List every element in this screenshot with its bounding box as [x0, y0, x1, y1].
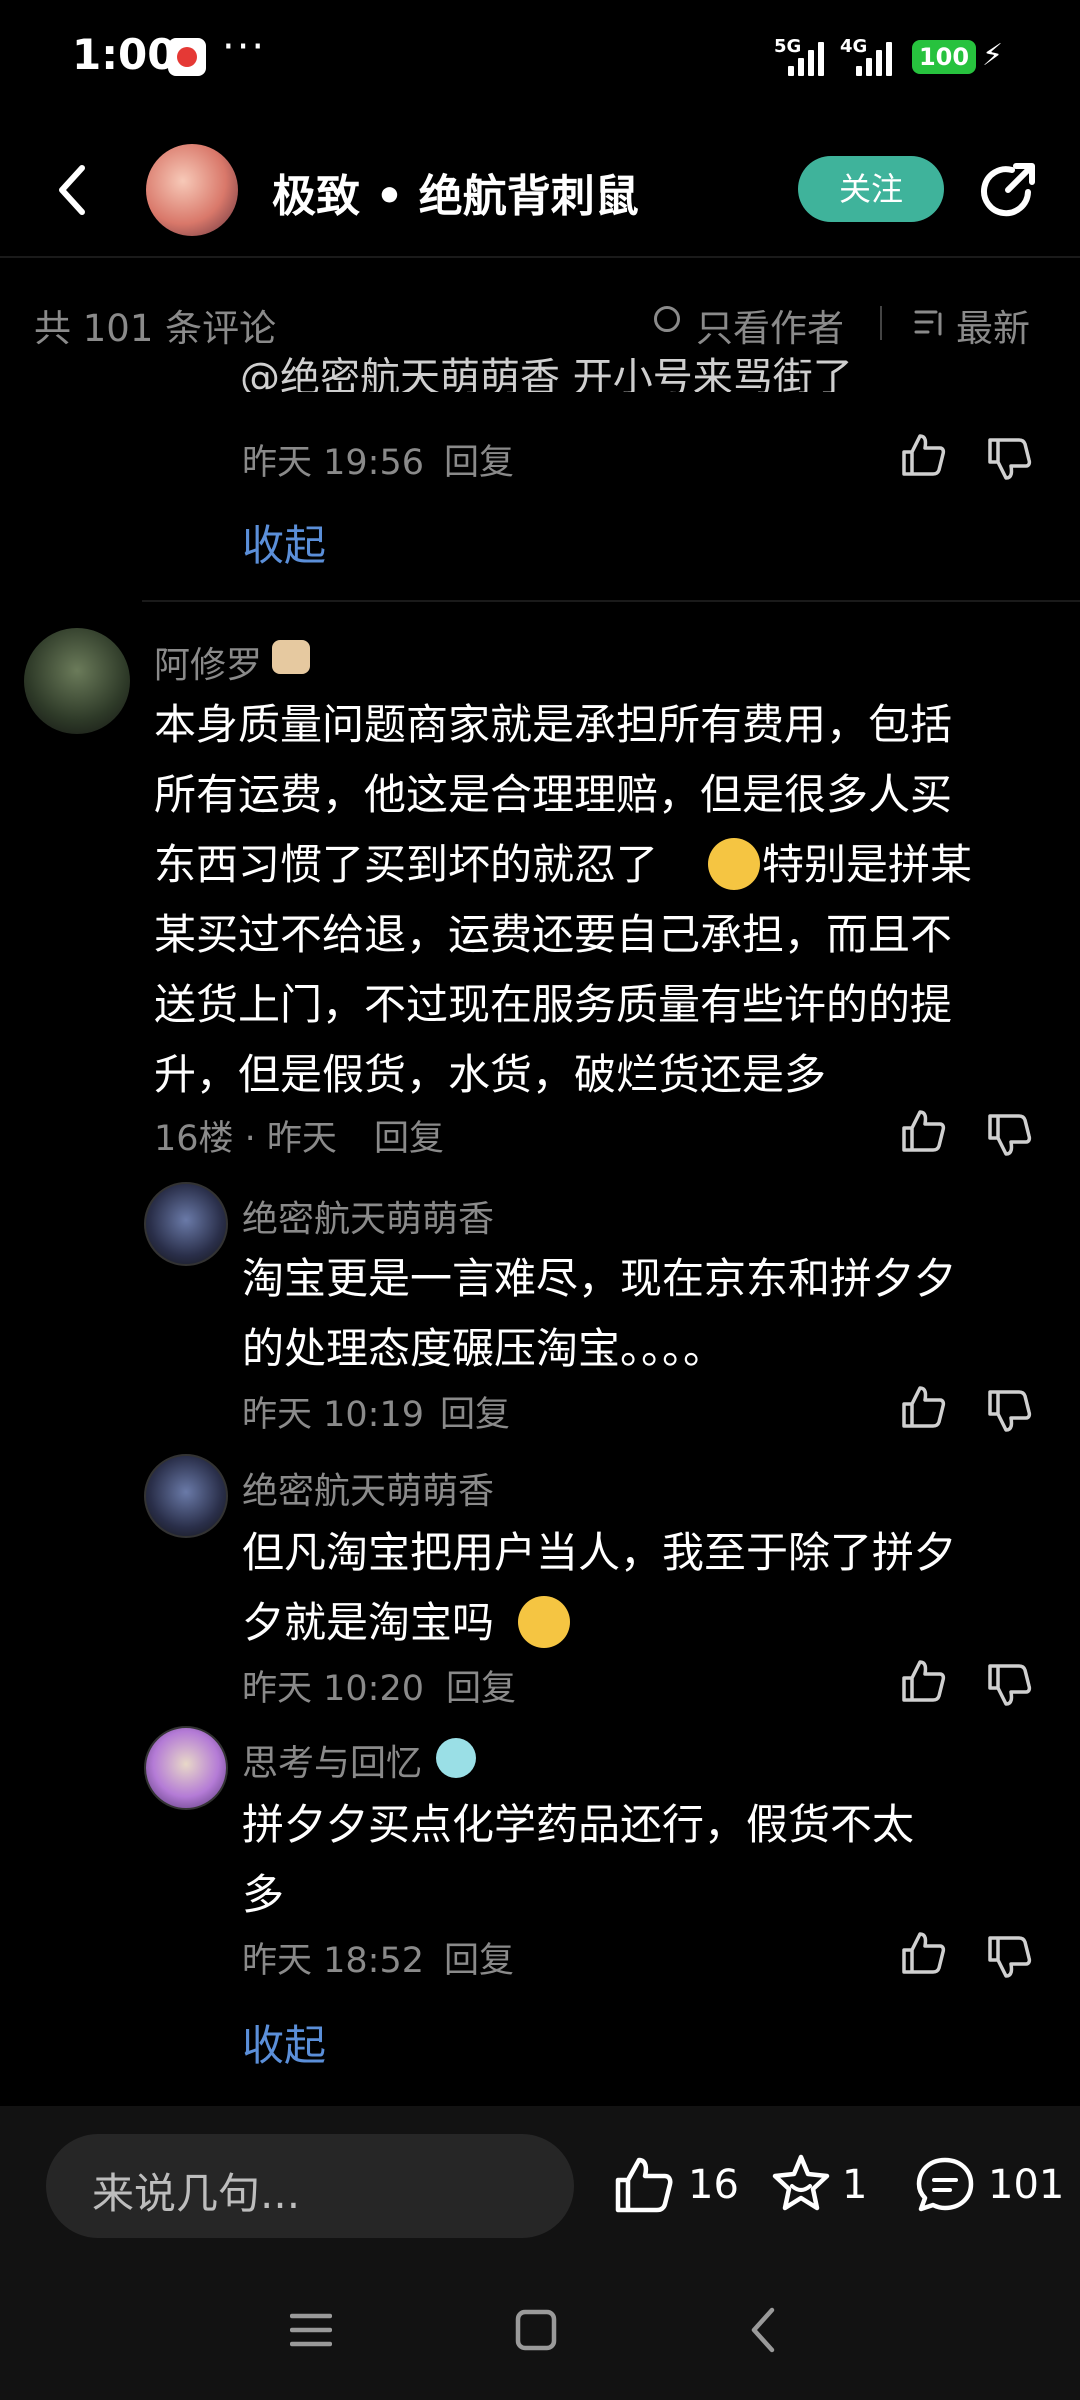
- user-badge-icon: [272, 640, 310, 674]
- emoji-grimace-icon: [708, 838, 760, 890]
- collapse-replies-button[interactable]: 收起: [242, 512, 326, 573]
- reply-avatar[interactable]: [144, 1726, 228, 1810]
- comment-total-count: 101: [988, 2162, 1065, 2208]
- like-icon[interactable]: [900, 432, 946, 478]
- reply-author[interactable]: 思考与回忆: [242, 1734, 422, 1786]
- reply-line: 多: [242, 1870, 285, 1919]
- reply-button[interactable]: 回复: [446, 1660, 516, 1711]
- commenter-name[interactable]: 阿修罗: [154, 636, 262, 688]
- reply-line: 但凡淘宝把用户当人，我至于除了拼夕: [242, 1528, 957, 1577]
- comment-line: 东西习惯了买到坏的就忍了: [154, 840, 659, 889]
- dislike-icon[interactable]: [986, 436, 1032, 482]
- partial-reply-text: @绝密航天萌萌香 开小号来骂街了: [240, 355, 853, 392]
- dislike-icon[interactable]: [986, 1662, 1032, 1708]
- collapse-replies-button[interactable]: 收起: [242, 2012, 326, 2073]
- comment-line: 所有运费，他这是合理理赔，但是很多人买: [154, 770, 953, 819]
- author-only-filter[interactable]: 只看作者: [696, 298, 844, 352]
- reply-button[interactable]: 回复: [444, 1932, 514, 1983]
- comment-icon[interactable]: [914, 2154, 976, 2216]
- comment-line: 特别是拼某: [762, 840, 973, 889]
- radio-circle-icon: [654, 306, 680, 332]
- sort-latest-button[interactable]: 最新: [956, 298, 1030, 352]
- emoji-crying-icon: [518, 1596, 570, 1648]
- more-notifications-icon: ···: [222, 24, 267, 70]
- reply-time: 昨天 18:52: [242, 1941, 424, 1981]
- app-notification-icon: [168, 38, 206, 76]
- commenter-avatar[interactable]: [24, 628, 130, 734]
- status-bar: 1:00 ··· 5G 4G 100 ⚡: [0, 0, 1080, 120]
- reply-line: 淘宝更是一言难尽，现在京东和拼夕夕: [242, 1254, 957, 1303]
- author-avatar[interactable]: [146, 144, 238, 236]
- comment-input-placeholder: 来说几句...: [92, 2169, 301, 2218]
- reply-author[interactable]: 绝密航天萌萌香: [242, 1190, 494, 1242]
- status-time: 1:00: [72, 30, 177, 79]
- toolbar-separator: [880, 306, 882, 340]
- share-icon: [981, 163, 1035, 217]
- comment-line: 某买过不给退，运费还要自己承担，而且不: [154, 910, 953, 959]
- like-icon[interactable]: [900, 1108, 946, 1154]
- home-icon[interactable]: [514, 2308, 558, 2352]
- dislike-icon[interactable]: [986, 1934, 1032, 1980]
- comment-divider: [142, 600, 1080, 602]
- dislike-icon[interactable]: [986, 1112, 1032, 1158]
- reply-line: 夕就是淘宝吗: [242, 1598, 495, 1647]
- reply-time: 昨天 10:20: [242, 1669, 424, 1709]
- reply-time: 昨天 19:56: [242, 443, 424, 483]
- reply-button[interactable]: 回复: [444, 434, 514, 485]
- reply-line: 的处理态度碾压淘宝。。。。: [242, 1324, 726, 1373]
- reply-author[interactable]: 绝密航天萌萌香: [242, 1462, 494, 1514]
- favorite-count: 1: [842, 2162, 868, 2208]
- like-count: 16: [688, 2162, 739, 2208]
- comment-line: 送货上门，不过现在服务质量有些许的的提: [154, 980, 953, 1029]
- like-icon[interactable]: [900, 1658, 946, 1704]
- comment-line: 升，但是假货，水货，破烂货还是多: [154, 1050, 827, 1099]
- like-post-icon[interactable]: [612, 2154, 674, 2216]
- charging-icon: ⚡: [982, 38, 1004, 73]
- follow-button[interactable]: 关注: [798, 156, 944, 222]
- comment-count: 共 101 条评论: [34, 307, 277, 350]
- menu-icon[interactable]: [290, 2310, 332, 2350]
- like-icon[interactable]: [900, 1930, 946, 1976]
- reply-avatar[interactable]: [144, 1454, 228, 1538]
- back-button[interactable]: [52, 160, 92, 220]
- comment-meta: 16楼 · 昨天: [154, 1119, 337, 1159]
- like-icon[interactable]: [900, 1384, 946, 1430]
- signal-5g-icon: [788, 38, 824, 76]
- page-title: 极致 • 绝航背刺鼠: [272, 171, 639, 222]
- share-button[interactable]: [976, 158, 1040, 222]
- back-nav-icon[interactable]: [748, 2306, 778, 2354]
- reply-avatar[interactable]: [144, 1182, 228, 1266]
- header-divider: [0, 256, 1080, 258]
- reply-button[interactable]: 回复: [374, 1110, 444, 1161]
- level-badge-icon: [436, 1738, 476, 1778]
- reply-time: 昨天 10:19: [242, 1395, 424, 1435]
- star-icon[interactable]: [770, 2152, 832, 2214]
- reply-button[interactable]: 回复: [440, 1386, 510, 1437]
- reply-line: 拼夕夕买点化学药品还行，假货不太: [242, 1800, 915, 1849]
- chevron-left-icon: [59, 165, 85, 215]
- sort-icon: [914, 310, 942, 336]
- signal-4g-icon: [856, 38, 892, 76]
- comment-line: 本身质量问题商家就是承担所有费用，包括: [154, 700, 953, 749]
- battery-indicator: 100: [912, 40, 976, 74]
- dislike-icon[interactable]: [986, 1388, 1032, 1434]
